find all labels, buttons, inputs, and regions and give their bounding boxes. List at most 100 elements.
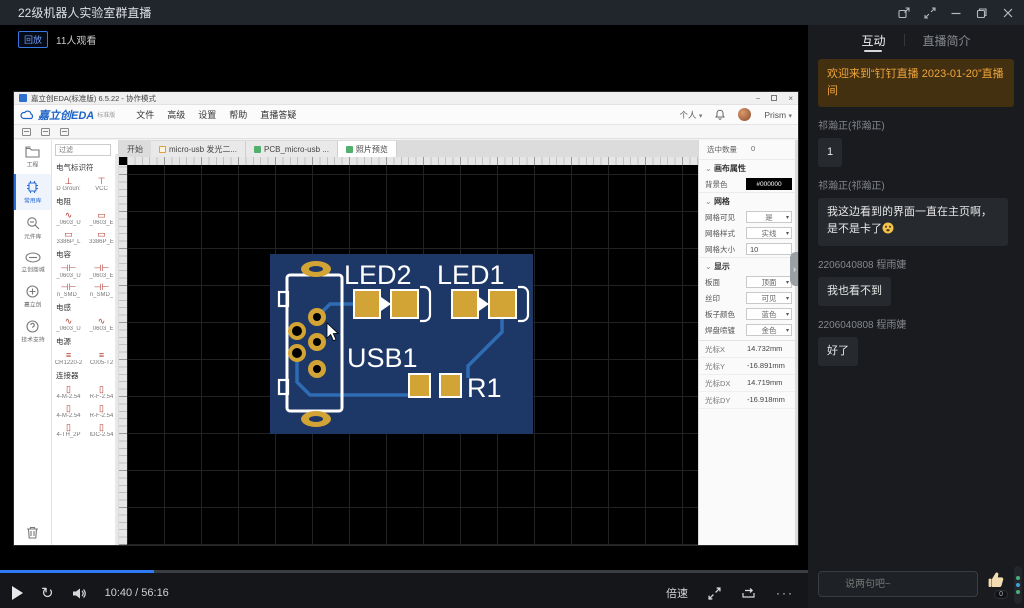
library-item[interactable]: ⊤VCC — [85, 174, 118, 193]
library-item[interactable]: ∿_0603_U — [52, 314, 85, 333]
library-item[interactable]: ▭3386P_E — [85, 227, 118, 246]
properties-scrollbar[interactable] — [795, 140, 798, 545]
message-username: 2206040808 程雨婕 — [818, 256, 1014, 271]
trash-icon — [26, 525, 39, 539]
grid-style-select[interactable]: 实线 — [746, 227, 792, 239]
library-item[interactable]: ⊥D Groun: — [52, 174, 85, 193]
import-icon[interactable] — [60, 128, 69, 136]
pad-finish-select[interactable]: 金色 — [746, 324, 792, 336]
label-led2: LED2 — [344, 260, 412, 290]
eda-maximize-icon[interactable] — [771, 95, 777, 101]
new-file-icon[interactable] — [22, 128, 31, 136]
popout-icon[interactable] — [898, 7, 910, 19]
pcb-preview-canvas[interactable]: LED2 LED1 USB1 R1 — [127, 165, 698, 545]
section-grid[interactable]: 网格 — [699, 192, 798, 209]
library-item[interactable]: ⊣⊢n_SMD_ — [52, 280, 85, 299]
jlc-logo-icon — [26, 285, 39, 298]
eda-menubar: 嘉立创EDA 标准版 文件 高级 设置 帮助 直播答疑 个人 ▾ Prism ▾ — [14, 105, 798, 125]
eda-app-icon — [19, 94, 27, 102]
menu-advanced[interactable]: 高级 — [167, 108, 185, 121]
menu-live-qa[interactable]: 直播答疑 — [260, 108, 296, 121]
chat-message-input[interactable] — [818, 571, 978, 597]
open-file-icon[interactable] — [41, 128, 50, 136]
library-item[interactable]: ≡CR1220-2 — [52, 348, 85, 367]
trash-button[interactable] — [14, 525, 51, 539]
menu-settings[interactable]: 设置 — [198, 108, 216, 121]
tab-photo-preview[interactable]: 照片预览 — [338, 141, 397, 157]
library-item[interactable]: ⊣⊢n_SMD_ — [85, 280, 118, 299]
library-item[interactable]: ▭3386P_L — [52, 227, 85, 246]
library-scrollbar[interactable] — [115, 154, 118, 545]
play-button[interactable] — [12, 586, 23, 600]
window-controls — [898, 7, 1014, 19]
bg-color-swatch[interactable]: #000000 — [746, 178, 792, 190]
folder-icon — [25, 146, 40, 158]
player-controls: ↻ 10:40 / 56:16 倍速 ··· — [0, 570, 808, 608]
section-display[interactable]: 显示 — [699, 257, 798, 274]
refresh-button[interactable]: ↻ — [41, 586, 54, 601]
library-item[interactable]: ▯R-F-2.54 — [85, 401, 118, 420]
section-canvas-props[interactable]: 画布属性 — [699, 159, 798, 176]
library-item[interactable]: ∿_0603_U — [52, 208, 85, 227]
bell-icon[interactable] — [715, 109, 725, 120]
rail-lcsc-mall[interactable]: 立创商城 — [14, 246, 51, 279]
eda-minimize-icon[interactable]: − — [756, 94, 761, 103]
panel-collapse-handle[interactable]: › — [790, 252, 798, 286]
eda-logo: 嘉立创EDA 标准版 — [20, 107, 115, 123]
volume-icon[interactable] — [72, 587, 87, 600]
message-username: 祁瀚正(祁瀚正) — [818, 177, 1014, 192]
grid-style-label: 网格样式 — [705, 228, 735, 239]
reaction-strip[interactable] — [1014, 566, 1022, 604]
library-item[interactable]: ▭_0603_E — [85, 208, 118, 227]
user-menu[interactable]: Prism ▾ — [764, 110, 792, 120]
close-icon[interactable] — [1002, 7, 1014, 19]
rail-project[interactable]: 工程 — [14, 140, 51, 174]
video-player[interactable]: 回放 11人观看 嘉立创EDA(标准版) 6.5.22 - 协作模式 − × 嘉… — [0, 25, 808, 608]
grid-size-input[interactable]: 10 — [746, 243, 792, 255]
fullscreen-video-icon[interactable] — [708, 587, 721, 600]
library-item[interactable]: ▯4-TH_2P — [52, 420, 85, 439]
board-face-select[interactable]: 顶面 — [746, 276, 792, 288]
library-item[interactable]: ≡C005-T2 — [85, 348, 118, 367]
progress-bar[interactable] — [0, 570, 808, 573]
avatar[interactable] — [738, 108, 751, 121]
playback-speed-button[interactable]: 倍速 — [666, 585, 688, 601]
library-item[interactable]: ⊣⊢_0603_E — [85, 261, 118, 280]
ruler-horizontal — [127, 157, 698, 165]
library-filter-input[interactable] — [55, 144, 111, 156]
flushed-face-emoji-icon — [882, 222, 894, 240]
rail-common-library[interactable]: 常用库 — [14, 174, 51, 210]
silkscreen-select[interactable]: 可见 — [746, 292, 792, 304]
tab-pcb[interactable]: PCB_micro-usb ... — [246, 141, 338, 157]
restore-icon[interactable] — [976, 7, 988, 19]
library-item[interactable]: ▯IDC-2.54 — [85, 420, 118, 439]
theater-mode-icon[interactable] — [741, 587, 756, 600]
personal-menu[interactable]: 个人 ▾ — [679, 109, 702, 121]
grid-visible-select[interactable]: 是 — [746, 211, 792, 223]
library-item[interactable]: ▯4-M-2.54 — [52, 401, 85, 420]
library-item[interactable]: ▯R-F-2.54 — [85, 382, 118, 401]
menu-help[interactable]: 帮助 — [229, 108, 247, 121]
fullscreen-icon[interactable] — [924, 7, 936, 19]
menu-file[interactable]: 文件 — [136, 108, 154, 121]
rail-component-library[interactable]: 元件库 — [14, 210, 51, 246]
eda-left-rail: 工程 常用库 元件库 立创商城 — [14, 140, 52, 545]
led1-footprint — [452, 287, 528, 321]
tab-start[interactable]: 开始 — [119, 141, 151, 157]
cursor-y-value: -16.891mm — [747, 361, 785, 372]
library-item[interactable]: ⊣⊢_0603_U — [52, 261, 85, 280]
library-item[interactable]: ∿_0603_E — [85, 314, 118, 333]
cursor-dx-value: 14.719mm — [747, 378, 782, 389]
rail-jlc[interactable]: 嘉立创 — [14, 279, 51, 314]
tab-schematic[interactable]: micro-usb 发光二... — [151, 141, 246, 157]
minimize-icon[interactable] — [950, 7, 962, 19]
tab-live-intro[interactable]: 直播简介 — [905, 25, 989, 55]
rail-tech-support[interactable]: 技术支持 — [14, 314, 51, 349]
eda-close-icon[interactable]: × — [788, 94, 793, 103]
chat-message-list[interactable]: 欢迎来到“钉钉直播 2023-01-20”直播间 祁瀚正(祁瀚正) 1 祁瀚正(… — [808, 55, 1024, 562]
tab-interaction[interactable]: 互动 — [843, 25, 903, 55]
more-options-button[interactable]: ··· — [776, 586, 794, 600]
library-item[interactable]: ▯4-M-2.54 — [52, 382, 85, 401]
board-color-select[interactable]: 蓝色 — [746, 308, 792, 320]
cursor-coords-table: 光标X14.732mm 光标Y-16.891mm 光标DX14.719mm 光标… — [699, 340, 798, 409]
